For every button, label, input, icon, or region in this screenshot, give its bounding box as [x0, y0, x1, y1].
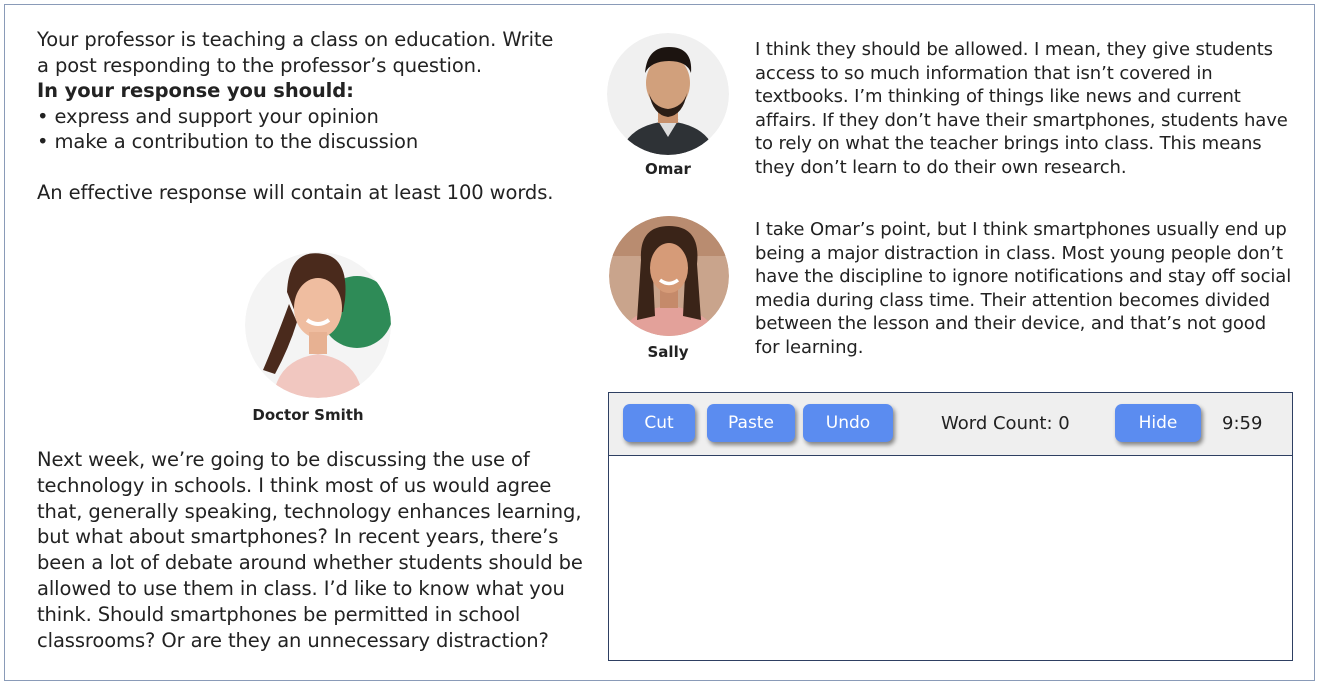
word-count: Word Count: 0: [941, 413, 1070, 434]
instruction-bullet: • make a contribution to the discussion: [37, 130, 419, 153]
sally-post: I take Omar’s point, but I think smartph…: [755, 219, 1292, 358]
hide-button[interactable]: Hide: [1115, 404, 1201, 442]
sally-name: Sally: [647, 343, 689, 361]
omar-avatar: [607, 33, 729, 155]
undo-button[interactable]: Undo: [803, 404, 893, 442]
response-editor: Cut Paste Undo Word Count: 0 Hide 9:59: [608, 392, 1293, 661]
instruction-line: a post responding to the professor’s que…: [37, 53, 483, 77]
sally-avatar: [609, 216, 729, 336]
word-requirement: An effective response will contain at le…: [37, 180, 554, 204]
editor-toolbar: Cut Paste Undo Word Count: 0 Hide 9:59: [609, 393, 1292, 456]
response-textarea[interactable]: [609, 455, 1292, 660]
person-avatar-icon: [607, 33, 729, 155]
omar-post: I think they should be allowed. I mean, …: [755, 39, 1288, 178]
instruction-bullet: • express and support your opinion: [37, 104, 379, 128]
task-instructions: Your professor is teaching a class on ed…: [37, 27, 597, 205]
paste-button[interactable]: Paste: [707, 404, 795, 442]
professor-name: Doctor Smith: [252, 406, 364, 424]
cut-button[interactable]: Cut: [623, 404, 695, 442]
instruction-line: Your professor is teaching a class on ed…: [37, 28, 554, 51]
omar-name: Omar: [645, 160, 691, 178]
professor-avatar: [245, 252, 391, 398]
person-avatar-icon: [245, 252, 391, 398]
professor-question: Next week, we’re going to be discussing …: [37, 448, 583, 652]
person-avatar-icon: [609, 216, 729, 336]
countdown-timer: 9:59: [1222, 413, 1263, 434]
instruction-heading: In your response you should:: [37, 79, 354, 102]
